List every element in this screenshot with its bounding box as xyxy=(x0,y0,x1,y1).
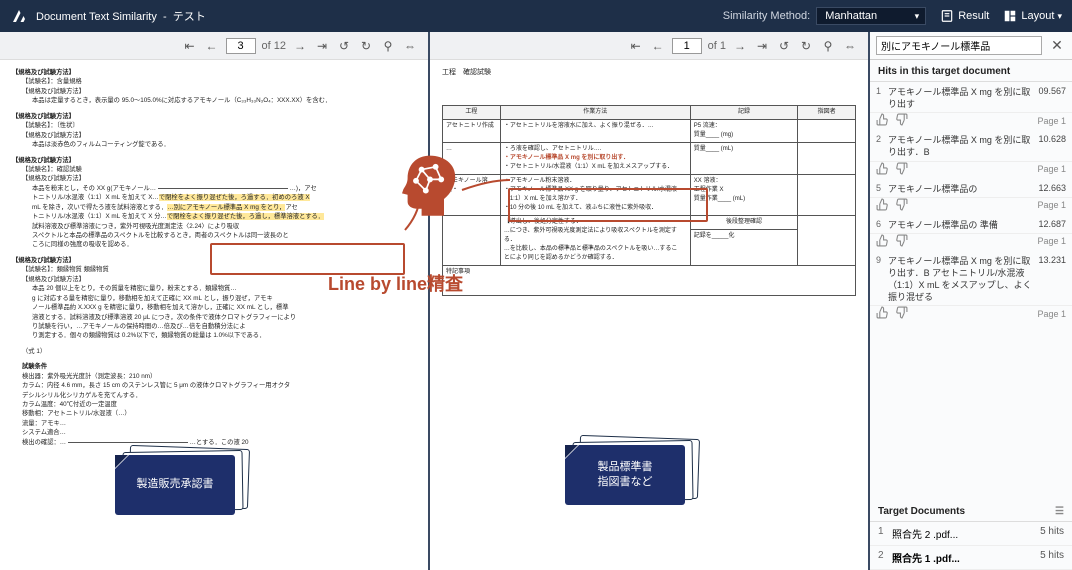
chevron-down-icon: ▾ xyxy=(915,11,920,22)
redacted-line xyxy=(68,442,188,443)
thumbs-down-icon[interactable] xyxy=(895,198,908,213)
app-header: Document Text Similarity - テスト Similarit… xyxy=(0,0,1072,32)
target-toolbar: ⇤ ← of 1 → ⇥ ↺ ↻ ⚲ ⇔ xyxy=(430,32,868,60)
targets-list: 1照合先 2 .pdf...5 hits2照合先 1 .pdf...5 hits xyxy=(870,522,1072,570)
thumbs-down-icon[interactable] xyxy=(895,113,908,128)
thumbs-up-icon[interactable] xyxy=(876,198,889,213)
rotate-left-icon[interactable]: ↺ xyxy=(336,39,352,53)
main-split: ⇤ ← of 12 → ⇥ ↺ ↻ ⚲ ⇔ 【規格及び試験方法】 【試験名】：含… xyxy=(0,32,1072,570)
page-next-icon[interactable]: → xyxy=(732,39,748,53)
hit-row[interactable]: 2 アモキノール標準品 X mg を別に取り出す．B 10.628 xyxy=(870,130,1072,161)
page-number-input[interactable] xyxy=(672,38,702,54)
similarity-method-dropdown[interactable]: Manhattan▾ xyxy=(816,7,926,25)
source-document-pane: ⇤ ← of 12 → ⇥ ↺ ↻ ⚲ ⇔ 【規格及び試験方法】 【試験名】：含… xyxy=(0,32,430,570)
redacted-line xyxy=(158,188,288,189)
hit-row[interactable]: 5 アモキノール標準品の 12.663 xyxy=(870,179,1072,198)
results-side-panel: ✕ Hits in this target document 1 アモキノール標… xyxy=(870,32,1072,570)
targets-section-title: Target Documents ☰ xyxy=(870,500,1072,522)
page-first-icon[interactable]: ⇤ xyxy=(182,39,198,53)
thumbs-up-icon[interactable] xyxy=(876,162,889,177)
source-toolbar: ⇤ ← of 12 → ⇥ ↺ ↻ ⚲ ⇔ xyxy=(0,32,428,60)
source-document-body[interactable]: 【規格及び試験方法】 【試験名】：含量規格 【規格及び試験方法】 本品は定量する… xyxy=(0,60,428,570)
rotate-left-icon[interactable]: ↺ xyxy=(776,39,792,53)
thumbs-up-icon[interactable] xyxy=(876,113,889,128)
hit-row[interactable]: 9 アモキノール標準品 X mg を別に取り出す．B アセトニトリル/水混液（1… xyxy=(870,251,1072,307)
page-last-icon[interactable]: ⇥ xyxy=(314,39,330,53)
table-row: アセトニトリ作成 ・アセトニトリルを溶液水に加え、よく振り混ぜる．… P5 流速… xyxy=(443,119,856,142)
table-row: 特記事項 xyxy=(443,265,856,295)
page-first-icon[interactable]: ⇤ xyxy=(628,39,644,53)
page-number-input[interactable] xyxy=(226,38,256,54)
thumbs-down-icon[interactable] xyxy=(895,234,908,249)
thumbs-down-icon[interactable] xyxy=(895,306,908,321)
similarity-method-label: Similarity Method: xyxy=(723,10,810,22)
target-document-pane: ⇤ ← of 1 → ⇥ ↺ ↻ ⚲ ⇔ 工程 確認試験 工程 作業方法 記録 … xyxy=(430,32,870,570)
highlight-box-target xyxy=(508,188,708,222)
hits-section-title: Hits in this target document xyxy=(870,60,1072,82)
thumbs-up-icon[interactable] xyxy=(876,306,889,321)
target-document-body[interactable]: 工程 確認試験 工程 作業方法 記録 指図者 アセトニトリ作成 ・アセトニトリル… xyxy=(430,60,868,570)
side-search-row: ✕ xyxy=(870,32,1072,60)
search-input[interactable] xyxy=(876,36,1042,55)
table-row: … ・ろ液を確認し、アセトニトリル…. ・アモキノール標準品 X mg を別に取… xyxy=(443,142,856,174)
list-icon[interactable]: ☰ xyxy=(1055,506,1064,517)
page-prev-icon[interactable]: ← xyxy=(204,39,220,53)
fit-icon[interactable]: ⇔ xyxy=(842,39,858,53)
page-total-label: of 1 xyxy=(708,40,726,52)
doc-heading: 工程 確認試験 xyxy=(442,68,856,79)
thumbs-up-icon[interactable] xyxy=(876,234,889,249)
page-next-icon[interactable]: → xyxy=(292,39,308,53)
target-row[interactable]: 1照合先 2 .pdf...5 hits xyxy=(870,522,1072,546)
fit-icon[interactable]: ⇔ xyxy=(402,39,418,53)
hit-row[interactable]: 1 アモキノール標準品 X mg を別に取り出す 09.567 xyxy=(870,82,1072,113)
app-logo-icon xyxy=(10,7,28,25)
result-button[interactable]: Result xyxy=(940,9,989,23)
section-heading: 【規格及び試験方法】 xyxy=(12,68,416,77)
hits-list: 1 アモキノール標準品 X mg を別に取り出す 09.567 Page 1 2… xyxy=(870,82,1072,323)
zoom-icon[interactable]: ⚲ xyxy=(820,39,836,53)
rotate-right-icon[interactable]: ↻ xyxy=(358,39,374,53)
hit-row[interactable]: 6 アモキノール標準品の 準備 12.687 xyxy=(870,215,1072,234)
app-title: Document Text Similarity - テスト xyxy=(36,8,206,24)
highlight-box-source xyxy=(210,243,405,275)
close-icon[interactable]: ✕ xyxy=(1048,37,1066,54)
chevron-down-icon: ▾ xyxy=(1057,11,1062,22)
rotate-right-icon[interactable]: ↻ xyxy=(798,39,814,53)
zoom-icon[interactable]: ⚲ xyxy=(380,39,396,53)
thumbs-down-icon[interactable] xyxy=(895,162,908,177)
table-row: 【導出し、後処分定性する． …につき、紫外可視吸光度測定法により吸収スペクトルを… xyxy=(443,215,856,265)
target-row[interactable]: 2照合先 1 .pdf...5 hits xyxy=(870,546,1072,570)
layout-button[interactable]: Layout ▾ xyxy=(1003,9,1062,23)
page-last-icon[interactable]: ⇥ xyxy=(754,39,770,53)
page-total-label: of 12 xyxy=(262,40,286,52)
page-prev-icon[interactable]: ← xyxy=(650,39,666,53)
